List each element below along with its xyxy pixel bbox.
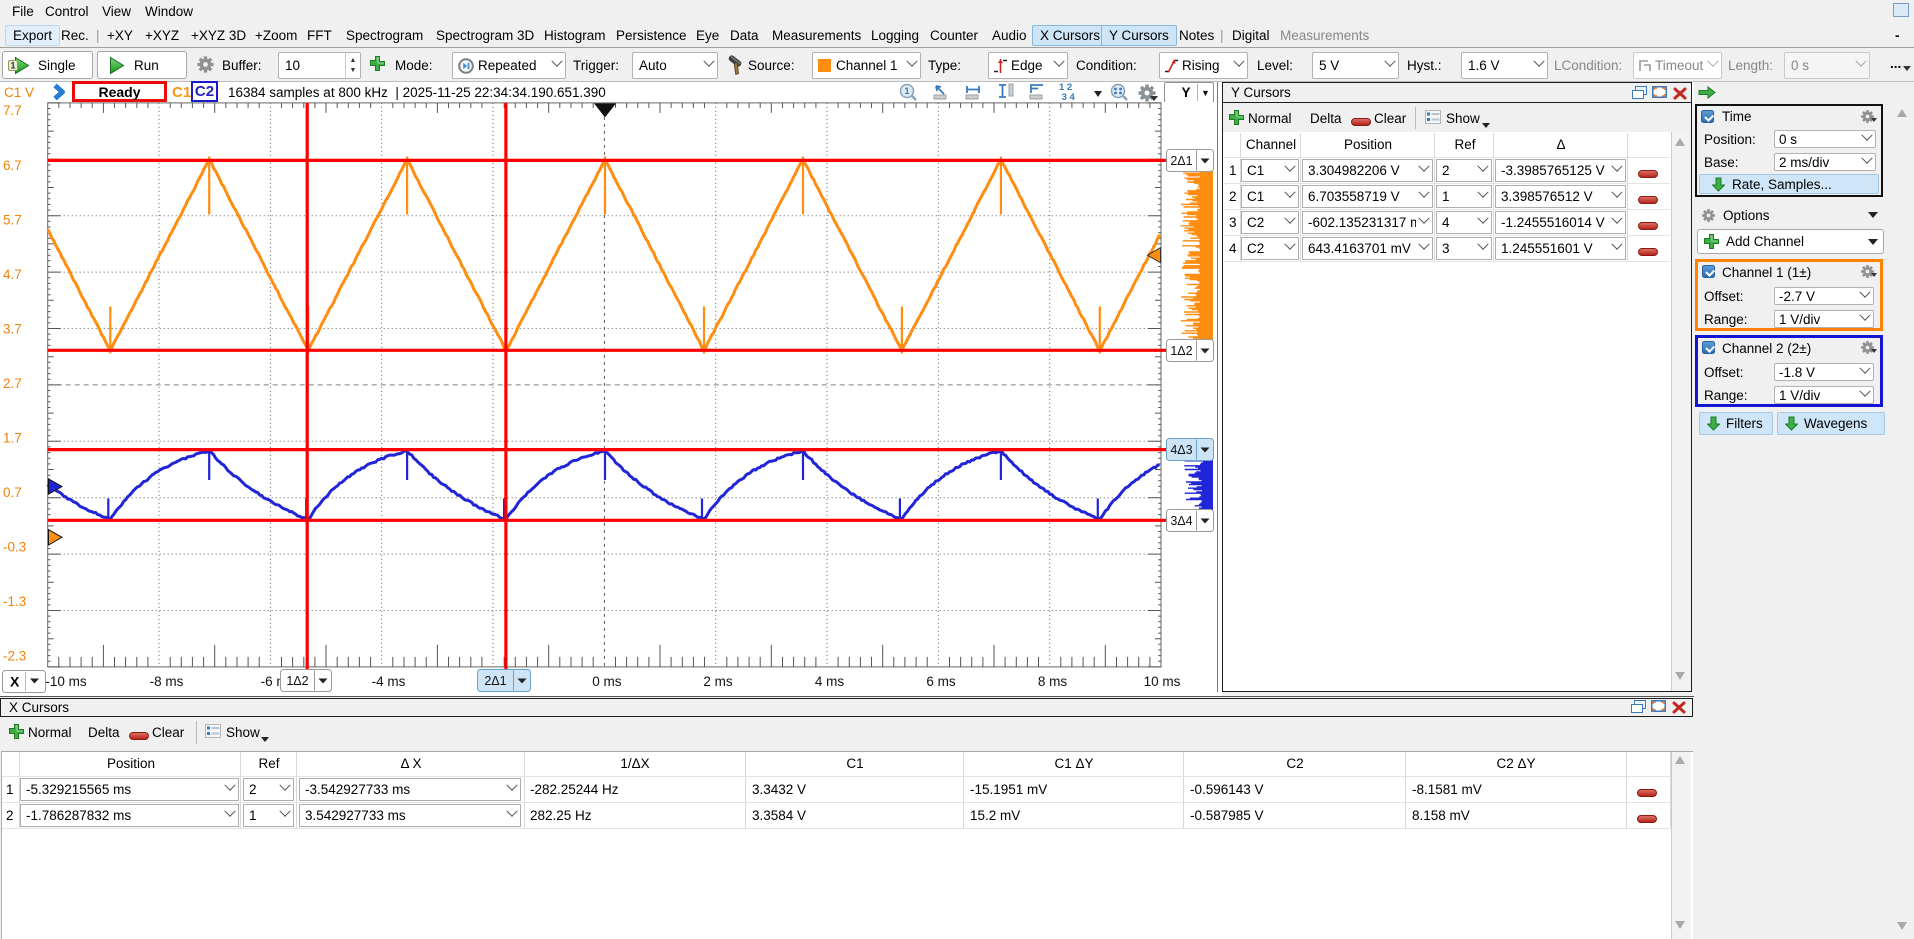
svg-text:0.7: 0.7 [3, 485, 22, 500]
svg-text:10 ms: 10 ms [1144, 674, 1181, 689]
svg-text:7.7: 7.7 [3, 103, 22, 118]
svg-text:-4 ms: -4 ms [372, 674, 406, 689]
svg-text:8 ms: 8 ms [1038, 674, 1068, 689]
svg-text:5.7: 5.7 [3, 212, 22, 227]
svg-text:-2.3: -2.3 [3, 649, 26, 664]
svg-text:X: X [10, 674, 20, 690]
svg-text:1: 1 [10, 60, 15, 70]
svg-text:1Δ2: 1Δ2 [286, 674, 308, 688]
svg-text:-8 ms: -8 ms [150, 674, 184, 689]
svg-text:-0.3: -0.3 [3, 540, 26, 555]
svg-text:2Δ1: 2Δ1 [1170, 154, 1192, 168]
svg-text:1: 1 [904, 86, 909, 96]
svg-text:4.7: 4.7 [3, 267, 22, 282]
svg-text:6 ms: 6 ms [926, 674, 956, 689]
svg-text:3.7: 3.7 [3, 321, 22, 336]
svg-text:-10 ms: -10 ms [45, 674, 87, 689]
svg-text:6.7: 6.7 [3, 158, 22, 173]
svg-text:-1.3: -1.3 [3, 594, 26, 609]
svg-text:3Δ4: 3Δ4 [1170, 514, 1192, 528]
svg-text:2.7: 2.7 [3, 376, 22, 391]
svg-text:1Δ2: 1Δ2 [1170, 344, 1192, 358]
svg-text:1.7: 1.7 [3, 431, 22, 446]
svg-text:2 ms: 2 ms [703, 674, 733, 689]
svg-text:4 ms: 4 ms [815, 674, 845, 689]
svg-text:0 ms: 0 ms [592, 674, 622, 689]
svg-text:4Δ3: 4Δ3 [1170, 443, 1192, 457]
svg-text:2Δ1: 2Δ1 [484, 674, 506, 688]
